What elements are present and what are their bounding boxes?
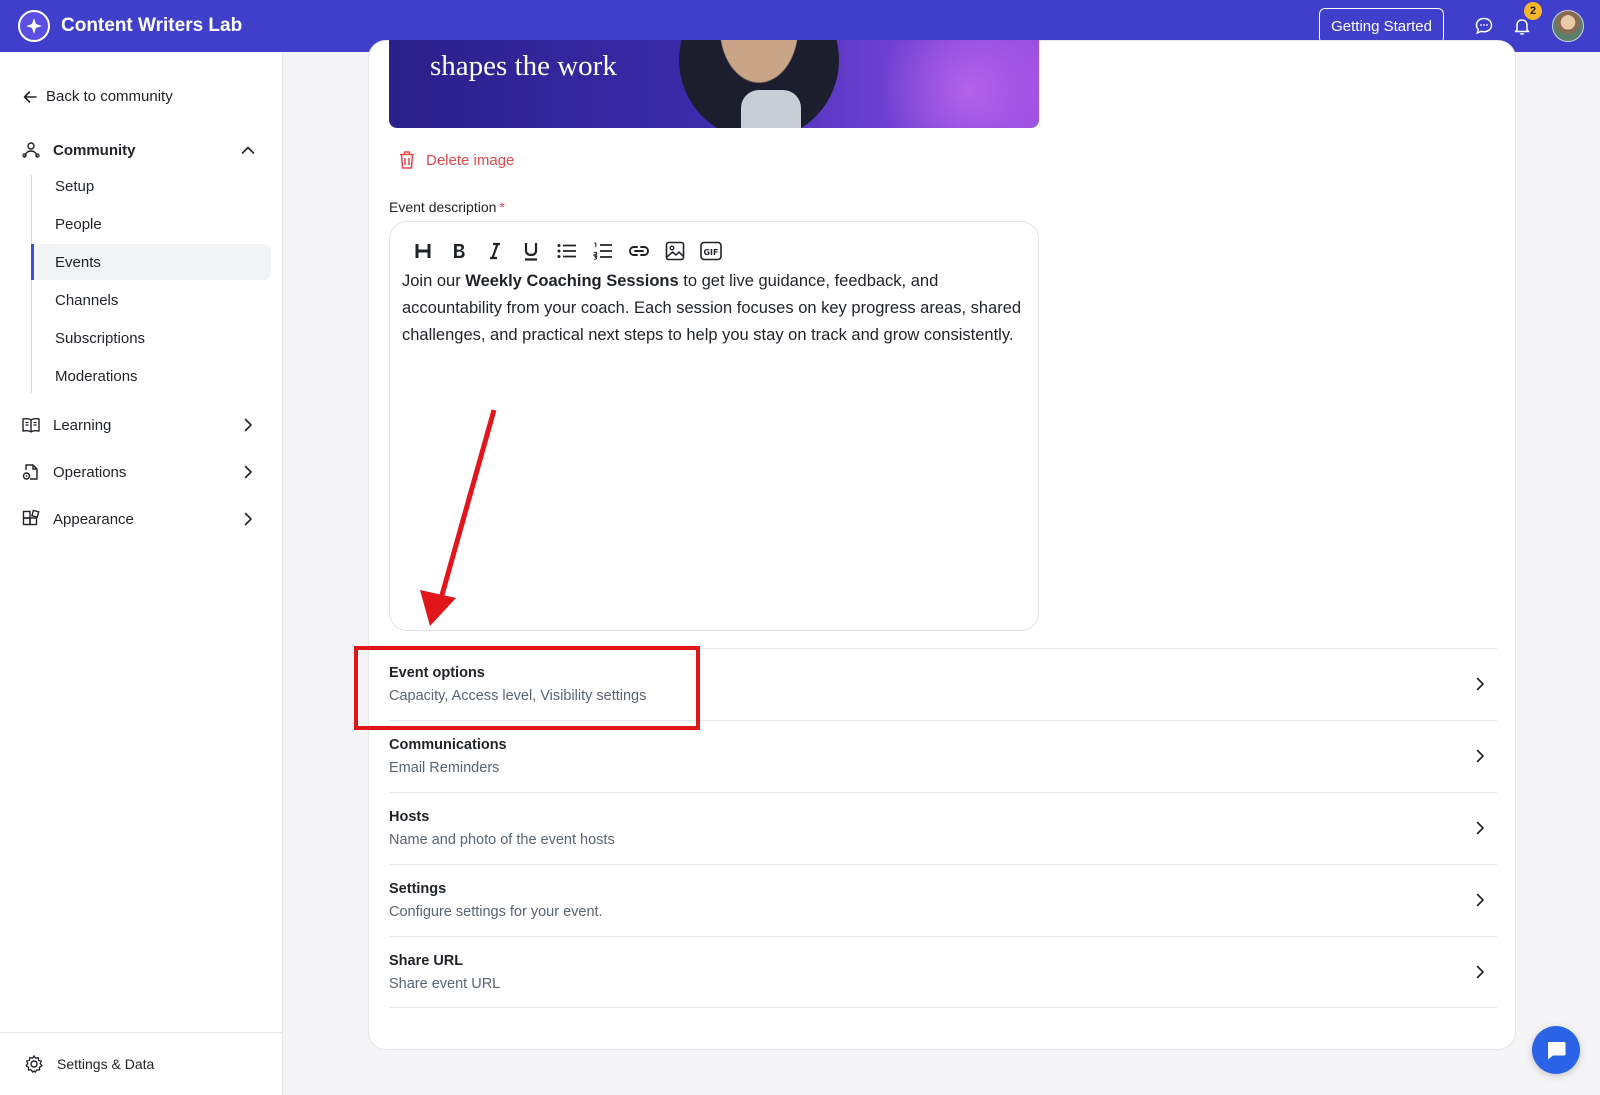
sidebar-item-moderations[interactable]: Moderations [31,358,271,394]
sidebar-item-people[interactable]: People [31,206,271,242]
required-mark: * [499,199,505,215]
option-subtitle: Share event URL [389,976,501,992]
chevron-right-icon [1476,821,1484,835]
annotation-arrow [420,409,497,626]
sidebar-item-subscriptions[interactable]: Subscriptions [31,320,271,356]
appearance-icon [20,508,42,530]
option-subtitle: Email Reminders [389,760,500,776]
brand[interactable]: Content Writers Lab [18,10,242,42]
chevron-right-icon [1476,749,1484,763]
bold-session-name: Weekly Coaching Sessions [465,272,679,290]
option-subtitle: Name and photo of the event hosts [389,832,615,848]
trash-icon [400,151,414,169]
gear-icon [25,1055,43,1073]
support-chat-button[interactable] [1532,1026,1580,1074]
underline-icon[interactable] [516,236,546,266]
option-row-communications[interactable]: Communications Email Reminders [389,720,1497,792]
option-row-hosts[interactable]: Hosts Name and photo of the event hosts [389,792,1497,864]
sidebar-group-community[interactable]: Community [20,137,265,163]
sidebar-item-setup[interactable]: Setup [31,168,271,204]
brand-logo-icon [18,10,50,42]
app-title: Content Writers Lab [61,15,243,36]
event-cover-image: shapes the work [389,40,1039,128]
annotation-highlight-box [354,646,700,730]
sidebar-group-learning[interactable]: Learning [20,412,265,438]
link-icon[interactable] [624,236,654,266]
chevron-right-icon [1476,893,1484,907]
numbered-list-icon[interactable] [588,236,618,266]
event-description-text[interactable]: Join our Weekly Coaching Sessions to get… [402,268,1022,349]
option-title: Communications [389,737,507,753]
cover-text: shapes the work [430,50,617,82]
option-subtitle: Configure settings for your event. [389,904,603,920]
image-icon[interactable] [660,236,690,266]
book-icon [20,414,42,436]
settings-data-label: Settings & Data [57,1056,155,1072]
sidebar: Back to community Community Setup People… [0,52,283,1095]
learning-label: Learning [53,416,112,434]
editor-toolbar: GIF [408,236,732,266]
bell-icon[interactable]: 2 [1510,2,1542,38]
option-title: Settings [389,881,447,897]
event-description-label: Event description * [389,199,505,215]
heading-icon[interactable] [408,236,438,266]
chevron-right-icon [244,465,252,479]
notification-badge: 2 [1524,2,1542,20]
operations-label: Operations [53,463,127,481]
arrow-left-icon [23,90,37,103]
sidebar-group-appearance[interactable]: Appearance [20,506,265,532]
bullet-list-icon[interactable] [552,236,582,266]
appearance-label: Appearance [53,510,134,528]
delete-image-label: Delete image [426,151,515,169]
back-to-community-link[interactable]: Back to community [22,88,173,105]
option-row-share-url[interactable]: Share URL Share event URL [389,936,1497,1008]
option-title: Hosts [389,809,430,825]
community-label: Community [53,141,136,159]
chevron-right-icon [244,512,252,526]
gif-icon[interactable]: GIF [696,236,726,266]
sidebar-item-channels[interactable]: Channels [31,282,271,318]
italic-icon[interactable] [480,236,510,266]
chevron-up-icon [241,146,255,154]
option-title: Share URL [389,953,464,969]
sidebar-group-operations[interactable]: Operations [20,459,265,485]
chat-bubble-icon [1548,1042,1566,1060]
option-row-settings[interactable]: Settings Configure settings for your eve… [389,864,1497,936]
back-label: Back to community [46,88,173,105]
avatar[interactable] [1552,10,1584,42]
chevron-right-icon [1476,677,1484,691]
chat-icon[interactable] [1472,14,1496,38]
community-icon [20,139,42,161]
bold-icon[interactable] [444,236,474,266]
chevron-right-icon [1476,965,1484,979]
chevron-right-icon [244,418,252,432]
svg-text:GIF: GIF [703,248,718,257]
delete-image-button[interactable]: Delete image [398,150,514,170]
getting-started-button[interactable]: Getting Started [1319,8,1444,44]
operations-icon [20,461,42,483]
sidebar-item-events[interactable]: Events [31,244,271,280]
settings-data-link[interactable]: Settings & Data [0,1032,283,1095]
